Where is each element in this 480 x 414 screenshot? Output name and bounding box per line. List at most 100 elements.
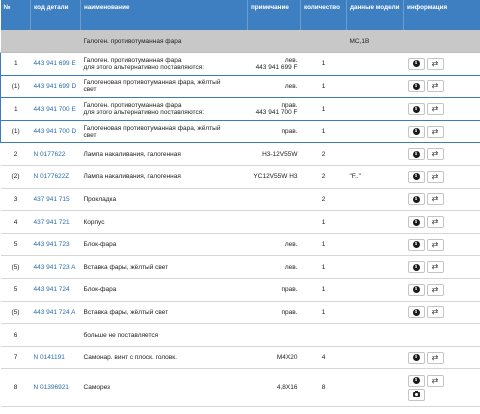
col-header-info: информация xyxy=(403,0,480,30)
alternatives-button[interactable]: ⇄ xyxy=(426,238,444,251)
part-number-link[interactable]: 443 941 700 D xyxy=(30,119,81,144)
info-button-row: i ⇄ xyxy=(407,215,478,229)
part-name: Галоген. противотуманная фара для этого а… xyxy=(80,52,248,76)
model-data xyxy=(346,278,404,302)
alternatives-button[interactable]: ⇄ xyxy=(426,148,444,161)
part-note: M4X20 xyxy=(247,346,301,370)
position-number: 5 xyxy=(0,233,31,257)
part-quantity: 1 xyxy=(300,52,347,76)
part-number-link[interactable]: N 0141191 xyxy=(30,346,81,370)
alternatives-button[interactable]: ⇄ xyxy=(426,103,444,116)
info-actions: i ⇄ xyxy=(403,142,480,167)
info-actions: i ⇄ xyxy=(403,210,480,234)
part-note: прав. xyxy=(247,301,301,325)
info-button-row: i ⇄ xyxy=(407,147,478,161)
part-quantity: 1 xyxy=(300,255,347,280)
info-button[interactable]: i xyxy=(407,238,425,251)
part-name: Лампа накаливания, галогенная xyxy=(80,142,248,167)
position-number: (5) xyxy=(0,301,31,325)
info-button[interactable]: i xyxy=(407,103,425,116)
col-header-model-data: данные модели xyxy=(346,0,404,30)
info-circle-icon: i xyxy=(412,60,420,68)
image-button[interactable] xyxy=(407,388,425,401)
position-number: 7 xyxy=(0,346,31,370)
position-number: (1) xyxy=(0,119,31,144)
part-number-link[interactable] xyxy=(30,323,81,347)
position-number: 8 xyxy=(0,368,31,408)
part-note xyxy=(247,188,301,212)
part-quantity: 1 xyxy=(300,210,347,234)
part-name-line1: Блок-фара xyxy=(83,286,117,294)
info-button[interactable]: i xyxy=(407,216,425,229)
info-button[interactable]: i xyxy=(407,283,425,296)
alternatives-button[interactable]: ⇄ xyxy=(426,125,444,138)
info-button[interactable]: i xyxy=(407,374,425,387)
model-data xyxy=(346,97,404,121)
exchange-arrows-icon: ⇄ xyxy=(431,194,439,204)
part-note: лев. xyxy=(247,255,301,280)
alternatives-button[interactable]: ⇄ xyxy=(426,170,444,183)
part-name-line1: Вставка фары, жёлтый свет xyxy=(83,263,169,271)
table-row: 1 443 941 699 E Галоген. противотуманная ф… xyxy=(0,52,480,76)
info-button-row: i ⇄ xyxy=(407,79,478,93)
info-button[interactable]: i xyxy=(407,261,425,274)
image-button-row xyxy=(407,388,478,402)
part-name-line1: Самонар. винт с плоск. головк. xyxy=(83,354,177,362)
alternatives-button[interactable]: ⇄ xyxy=(426,80,444,93)
part-number-link[interactable]: 443 941 723 A xyxy=(30,255,81,280)
info-button[interactable]: i xyxy=(407,351,425,364)
part-number-link[interactable]: 443 941 699 D xyxy=(30,74,81,99)
part-number-link[interactable]: 443 941 724 xyxy=(30,278,81,302)
info-button[interactable]: i xyxy=(407,193,425,206)
exchange-arrows-icon: ⇄ xyxy=(431,352,439,362)
exchange-arrows-icon: ⇄ xyxy=(431,217,439,227)
part-number-link[interactable]: 443 941 699 E xyxy=(30,52,81,76)
alternatives-button[interactable]: ⇄ xyxy=(426,351,444,364)
alternatives-button[interactable]: ⇄ xyxy=(426,57,444,70)
info-actions: i ⇄ xyxy=(403,165,480,189)
info-button[interactable]: i xyxy=(407,57,425,70)
part-name-line1: больше не поставляется xyxy=(83,331,159,339)
part-name: Галогеновая противотуманная фара, жёлтый… xyxy=(80,119,248,144)
info-actions: i ⇄ xyxy=(403,188,480,212)
part-number-link[interactable]: N 0177622Z xyxy=(30,165,81,189)
camera-icon xyxy=(412,390,420,398)
info-button[interactable]: i xyxy=(407,148,425,161)
exchange-arrows-icon: ⇄ xyxy=(431,284,439,294)
part-name-line2: свет xyxy=(83,86,97,94)
part-name: Блок-фара xyxy=(80,233,248,257)
table-row: (2) N 0177622Z Лампа накаливания, галогенн… xyxy=(0,165,480,189)
part-number-link[interactable]: 443 941 700 E xyxy=(30,97,81,121)
part-name-line1: Галоген. противотуманная фара xyxy=(83,102,182,110)
alternatives-button[interactable]: ⇄ xyxy=(426,193,444,206)
model-data xyxy=(346,301,404,325)
note-line1: прав. xyxy=(281,128,298,136)
part-name: Блок-фара xyxy=(80,278,248,302)
note-line1: H3-12V55W xyxy=(262,150,298,158)
alternatives-button[interactable]: ⇄ xyxy=(426,283,444,296)
info-button[interactable]: i xyxy=(407,170,425,183)
part-number-link[interactable]: 437 941 715 xyxy=(30,188,81,212)
note-line1: прав. xyxy=(281,286,298,294)
part-note: лев. xyxy=(247,74,301,99)
model-data xyxy=(346,188,404,212)
part-quantity: 1 xyxy=(300,97,347,121)
position-number: 4 xyxy=(0,210,31,234)
parts-table: № код детали наименование примечание кол… xyxy=(0,0,480,408)
info-button[interactable]: i xyxy=(407,125,425,138)
info-button[interactable]: i xyxy=(407,80,425,93)
info-button-row: i ⇄ xyxy=(407,283,478,297)
part-number-link[interactable]: 443 941 723 xyxy=(30,233,81,257)
note-line1: M4X20 xyxy=(276,354,298,362)
part-number-link[interactable]: N 0177622 xyxy=(30,142,81,167)
alternatives-button[interactable]: ⇄ xyxy=(426,261,444,274)
alternatives-button[interactable]: ⇄ xyxy=(426,216,444,229)
alternatives-button[interactable]: ⇄ xyxy=(426,374,444,387)
info-button[interactable]: i xyxy=(407,306,425,319)
col-header-quantity: количество xyxy=(300,0,347,30)
part-number-link[interactable]: 437 941 721 xyxy=(30,210,81,234)
alternatives-button[interactable]: ⇄ xyxy=(426,306,444,319)
part-number-link[interactable]: N 01396921 xyxy=(30,368,81,408)
part-number-link[interactable]: 443 941 724 A xyxy=(30,301,81,325)
model-data xyxy=(346,255,404,280)
